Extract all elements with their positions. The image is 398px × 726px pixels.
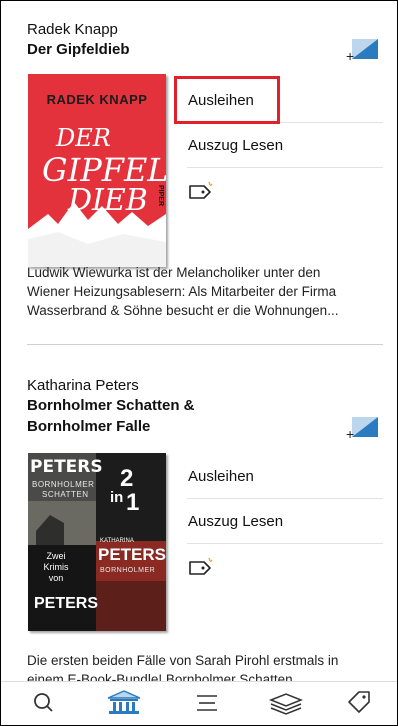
- book-title[interactable]: Bornholmer Schatten &: [27, 395, 383, 416]
- book-author: Katharina Peters: [27, 377, 139, 394]
- read-excerpt-button[interactable]: Auszug Lesen: [187, 499, 383, 544]
- library-icon[interactable]: [104, 688, 144, 718]
- tag-button[interactable]: [187, 544, 383, 589]
- svg-text:+: +: [346, 48, 354, 61]
- book-card: Radek Knapp Der Gipfeldieb: [27, 21, 383, 60]
- borrow-button[interactable]: Ausleihen: [187, 454, 383, 499]
- book-description: Ludwik Wiewurka ist der Melancholiker un…: [27, 263, 387, 320]
- cover-publisher: PIPER: [157, 184, 165, 207]
- cover-title-line: DIEB: [68, 183, 148, 218]
- tag-icon[interactable]: [343, 688, 377, 718]
- cover-subtitle: SCHATTEN: [42, 490, 89, 499]
- app-screen: Radek Knapp Der Gipfeldieb + RADEK KNAPP…: [0, 0, 398, 726]
- add-to-list-icon[interactable]: +: [346, 413, 380, 439]
- book-cover[interactable]: PETERS BORNHOLMER SCHATTEN 2 in 1 Zwei K…: [28, 453, 166, 631]
- book-cover[interactable]: RADEK KNAPP DER GIPFEL DIEB PIPER: [28, 74, 166, 267]
- cover-first-name: KATHARINA: [100, 538, 134, 544]
- description-line: Wasserbrand & Söhne besucht er die Wohnu…: [27, 303, 339, 318]
- book-title[interactable]: Der Gipfeldieb: [27, 39, 383, 60]
- search-icon[interactable]: [27, 688, 61, 718]
- tab-bar: [1, 681, 397, 725]
- tag-button[interactable]: [187, 168, 383, 213]
- book-author: Radek Knapp: [27, 21, 118, 38]
- cover-zwei-krimis: Zwei Krimis von: [36, 551, 76, 584]
- divider: [27, 344, 383, 345]
- cover-subtitle: BORNHOLMER: [100, 567, 156, 574]
- book-card: Katharina Peters Bornholmer Schatten & B…: [27, 377, 383, 437]
- cover-text: Krimis: [43, 562, 69, 572]
- read-excerpt-button[interactable]: Auszug Lesen: [187, 123, 383, 168]
- book-actions: Ausleihen Auszug Lesen: [187, 454, 383, 589]
- cover-text: von: [48, 573, 64, 583]
- menu-icon[interactable]: [191, 688, 225, 718]
- cover-author-top: PETERS: [30, 457, 103, 477]
- cover-author-mid: PETERS: [98, 545, 166, 564]
- cover-title-line: DER: [56, 124, 111, 152]
- cover-author-bottom: PETERS: [34, 595, 99, 612]
- tag-icon: [189, 557, 213, 575]
- cover-text: Zwei: [46, 551, 66, 561]
- cover-title-line: GIPFEL: [42, 151, 166, 189]
- book-title[interactable]: Bornholmer Falle: [27, 416, 383, 437]
- description-line: Ludwik Wiewurka ist der Melancholiker un…: [27, 265, 321, 280]
- highlight-box: [174, 76, 280, 124]
- cover-subtitle: BORNHOLMER: [32, 480, 95, 489]
- cover-author: RADEK KNAPP: [46, 92, 148, 107]
- tag-icon: [189, 181, 213, 199]
- shelf-icon[interactable]: [266, 688, 306, 718]
- description-line: Wiener Heizungsablesern: Als Mitarbeiter…: [27, 284, 337, 299]
- add-to-list-icon[interactable]: +: [346, 35, 380, 61]
- cover-badge: 1: [126, 489, 140, 516]
- cover-badge: in: [110, 489, 124, 506]
- svg-text:+: +: [346, 426, 354, 439]
- description-line: Die ersten beiden Fälle von Sarah Pirohl…: [27, 653, 339, 668]
